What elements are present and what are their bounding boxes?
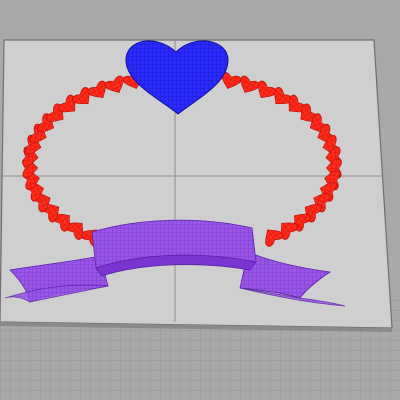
3d-viewport[interactable] <box>0 0 400 400</box>
